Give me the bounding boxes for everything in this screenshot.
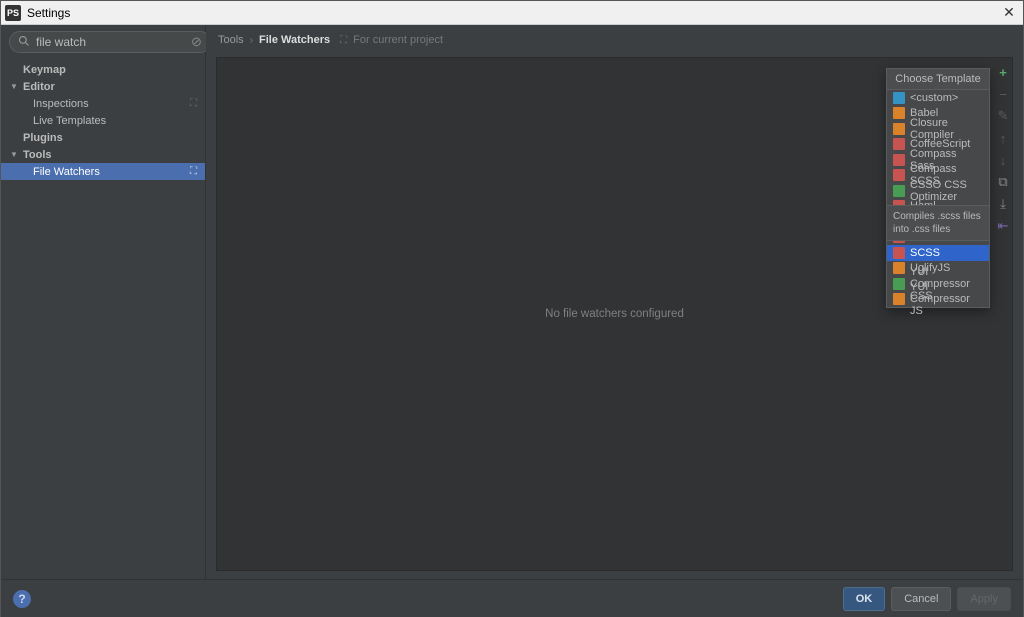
tree-item-label: Inspections <box>33 98 89 110</box>
titlebar: PS Settings ✕ <box>1 1 1023 25</box>
import-button[interactable]: ⇤ <box>995 218 1011 234</box>
template-item[interactable]: CSSO CSS Optimizer <box>887 183 989 199</box>
cancel-button[interactable]: Cancel <box>891 587 951 611</box>
tree-item[interactable]: ▼ Editor <box>1 78 205 95</box>
app-icon: PS <box>5 5 21 21</box>
tree-item-label: Editor <box>23 81 55 93</box>
tree-item[interactable]: Keymap <box>1 61 205 78</box>
tree-item-label: File Watchers <box>33 166 100 178</box>
move-down-button[interactable]: ↓ <box>995 152 1011 168</box>
file-type-icon <box>893 262 905 274</box>
template-item-selected[interactable]: SCSS <box>887 245 989 261</box>
close-button[interactable]: ✕ <box>999 4 1019 21</box>
help-button[interactable]: ? <box>13 590 31 608</box>
scope-label: For current project <box>353 34 443 46</box>
file-type-icon <box>893 185 905 197</box>
panel-toolbar: + − ✎ ↑ ↓ ⧉ ⤓ ⇤ <box>993 61 1013 234</box>
template-item-label: Closure Compiler <box>910 117 983 141</box>
tree-item[interactable]: Live Templates <box>1 112 205 129</box>
dialog-footer: ? OK Cancel Apply <box>1 579 1023 617</box>
search-icon <box>18 35 30 50</box>
breadcrumb-part-active: File Watchers <box>259 34 330 46</box>
breadcrumb: Tools › File Watchers ⛶ For current proj… <box>206 25 1023 49</box>
choose-template-popup: Choose Template <custom>BabelClosure Com… <box>886 68 990 308</box>
file-type-icon <box>893 107 905 119</box>
chevron-right-icon: › <box>250 35 253 46</box>
copy-button[interactable]: ⧉ <box>995 174 1011 190</box>
ok-button[interactable]: OK <box>843 587 886 611</box>
empty-state-text: No file watchers configured <box>545 308 684 320</box>
file-type-icon <box>893 278 905 290</box>
template-item-label: SCSS <box>910 247 940 259</box>
file-watchers-panel: No file watchers configured + − ✎ ↑ ↓ ⧉ … <box>216 57 1013 571</box>
template-item[interactable]: YUI Compressor JS <box>887 292 989 308</box>
template-item[interactable]: Closure Compiler <box>887 121 989 137</box>
move-up-button[interactable]: ↑ <box>995 130 1011 146</box>
file-type-icon <box>893 92 905 104</box>
tree-item-label: Plugins <box>23 132 63 144</box>
popup-title: Choose Template <box>887 69 989 90</box>
template-tooltip: Compiles .scss files into .css files <box>886 205 990 241</box>
export-button[interactable]: ⤓ <box>995 196 1011 212</box>
template-item-label: YUI Compressor JS <box>910 281 983 317</box>
file-type-icon <box>893 293 905 305</box>
remove-button[interactable]: − <box>995 86 1011 102</box>
tree-item[interactable]: Inspections ⛶ <box>1 95 205 112</box>
window-title: Settings <box>27 6 999 20</box>
tree-item[interactable]: ▼ Tools <box>1 146 205 163</box>
settings-sidebar: ⊘ Keymap ▼ Editor Inspections ⛶ Live Template… <box>1 25 206 579</box>
file-type-icon <box>893 138 905 150</box>
file-type-icon <box>893 154 905 166</box>
file-type-icon <box>893 169 905 181</box>
search-input-wrapper[interactable]: ⊘ <box>9 31 211 53</box>
settings-tree: Keymap ▼ Editor Inspections ⛶ Live Templates P… <box>1 59 205 579</box>
apply-button[interactable]: Apply <box>957 587 1011 611</box>
file-type-icon <box>893 247 905 259</box>
tree-item-label: Live Templates <box>33 115 106 127</box>
caret-icon: ▼ <box>10 82 18 91</box>
template-item-label: CSSO CSS Optimizer <box>910 179 983 203</box>
scope-icon: ⛶ <box>340 35 347 46</box>
search-input[interactable] <box>36 35 191 49</box>
tree-item-selected[interactable]: File Watchers ⛶ <box>1 163 205 180</box>
template-item[interactable]: <custom> <box>887 90 989 106</box>
main-panel: Tools › File Watchers ⛶ For current proj… <box>206 25 1023 579</box>
tree-item[interactable]: Plugins <box>1 129 205 146</box>
file-type-icon <box>893 123 905 135</box>
edit-button[interactable]: ✎ <box>995 108 1011 124</box>
clear-search-icon[interactable]: ⊘ <box>191 34 202 50</box>
tree-item-label: Keymap <box>23 64 66 76</box>
breadcrumb-part[interactable]: Tools <box>218 34 244 46</box>
scope-indicator-icon: ⛶ <box>190 166 197 177</box>
template-item-label: <custom> <box>910 92 958 104</box>
caret-icon: ▼ <box>10 150 18 159</box>
scope-indicator-icon: ⛶ <box>190 98 197 109</box>
tree-item-label: Tools <box>23 149 52 161</box>
add-button[interactable]: + <box>995 64 1011 80</box>
